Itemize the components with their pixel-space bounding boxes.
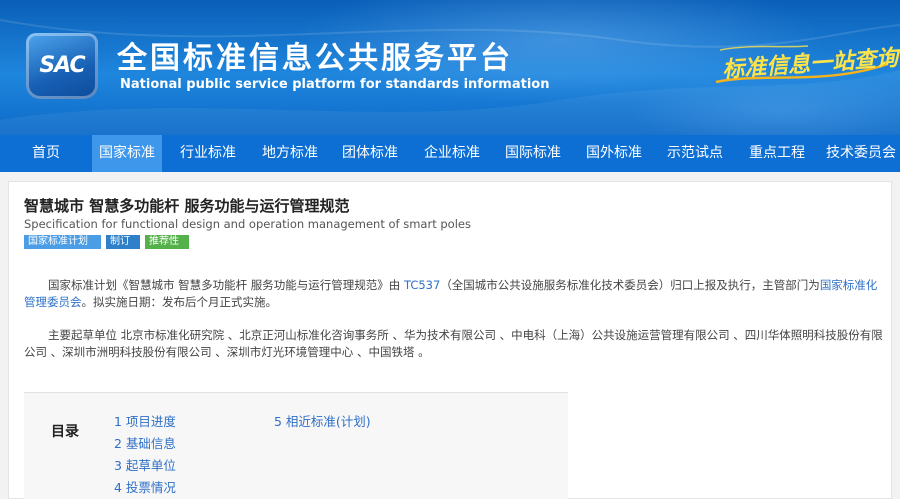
site-subtitle: National public service platform for sta… — [120, 77, 550, 92]
main-nav: 首页 国家标准 行业标准 地方标准 团体标准 企业标准 国际标准 国外标准 示范… — [0, 135, 900, 172]
logo-text: SAC — [39, 53, 85, 78]
tag-recommended: 推荐性 — [145, 235, 189, 249]
toc-item-drafting-units[interactable]: 3 起草单位 — [114, 455, 176, 474]
sac-logo[interactable]: SAC — [26, 33, 98, 99]
slogan: 标准信息一站查询 — [712, 42, 899, 88]
toc-item-progress[interactable]: 1 项目进度 — [114, 411, 176, 430]
plan-text-3: 。拟实施日期：发布后个月正式实施。 — [81, 295, 278, 309]
nav-item-international-standard[interactable]: 国际标准 — [497, 135, 569, 172]
nav-item-local-standard[interactable]: 地方标准 — [254, 135, 326, 172]
nav-item-national-standard[interactable]: 国家标准 — [92, 135, 162, 172]
nav-item-home[interactable]: 首页 — [0, 135, 92, 172]
nav-item-enterprise-standard[interactable]: 企业标准 — [416, 135, 488, 172]
tag-national-plan: 国家标准计划 — [24, 235, 101, 249]
nav-item-technical-committee[interactable]: 技术委员会 — [822, 135, 900, 172]
toc-item-voting[interactable]: 4 投票情况 — [114, 477, 176, 496]
standard-title-cn: 智慧城市 智慧多功能杆 服务功能与运行管理规范 — [24, 197, 350, 215]
nav-item-industry-standard[interactable]: 行业标准 — [172, 135, 244, 172]
drafting-units-text: 主要起草单位 北京市标准化研究院 、北京正河山标准化咨询事务所 、华为技术有限公… — [24, 328, 883, 359]
site-header: SAC 全国标准信息公共服务平台 National public service… — [0, 0, 900, 135]
nav-item-key-projects[interactable]: 重点工程 — [741, 135, 813, 172]
toc-label: 目录 — [51, 424, 79, 440]
standard-detail-panel: 智慧城市 智慧多功能杆 服务功能与运行管理规范 Specification fo… — [8, 181, 892, 499]
standard-title-en: Specification for functional design and … — [24, 217, 471, 231]
plan-description: 国家标准计划《智慧城市 智慧多功能杆 服务功能与运行管理规范》由 TC537（全… — [24, 277, 884, 311]
site-title: 全国标准信息公共服务平台 — [117, 41, 513, 76]
plan-text-2: （全国城市公共设施服务标准化技术委员会）归口上报及执行，主管部门为 — [440, 278, 820, 292]
nav-item-foreign-standard[interactable]: 国外标准 — [578, 135, 650, 172]
toc-item-basic-info[interactable]: 2 基础信息 — [114, 433, 176, 452]
nav-item-pilot[interactable]: 示范试点 — [659, 135, 731, 172]
nav-item-group-standard[interactable]: 团体标准 — [334, 135, 406, 172]
toc-item-similar-standards[interactable]: 5 相近标准(计划) — [274, 411, 371, 430]
tc-link[interactable]: TC537 — [404, 278, 440, 292]
table-of-contents: 目录 1 项目进度 2 基础信息 3 起草单位 4 投票情况 5 相近标准(计划… — [24, 392, 568, 499]
tag-revise: 制订 — [106, 235, 140, 249]
drafting-units: 主要起草单位 北京市标准化研究院 、北京正河山标准化咨询事务所 、华为技术有限公… — [24, 327, 884, 361]
plan-text-1: 国家标准计划《智慧城市 智慧多功能杆 服务功能与运行管理规范》由 — [48, 278, 404, 292]
